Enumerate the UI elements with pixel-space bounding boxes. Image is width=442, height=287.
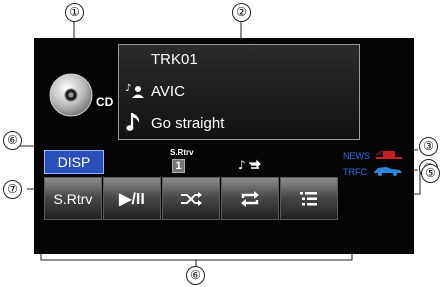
cd-disc-icon bbox=[49, 73, 93, 117]
source-area: CD bbox=[46, 68, 116, 128]
disp-button[interactable]: DISP bbox=[44, 150, 104, 174]
trfc-status-label: TRFC bbox=[343, 167, 367, 177]
callout-1: ① bbox=[65, 3, 84, 22]
repeat-button[interactable] bbox=[221, 177, 279, 220]
callout-6-disp: ⑥ bbox=[3, 131, 22, 150]
artist-icon: ♪ bbox=[125, 83, 144, 98]
repeat-icon bbox=[241, 190, 259, 207]
trfc-car-icon bbox=[374, 167, 402, 176]
list-icon bbox=[300, 191, 317, 205]
song-title-icon bbox=[126, 113, 140, 131]
svg-text:♪: ♪ bbox=[125, 83, 131, 94]
disp-button-label: DISP bbox=[57, 154, 91, 170]
shuffle-icon bbox=[181, 191, 202, 206]
callout-7: ⑦ bbox=[3, 180, 22, 199]
callout-2: ② bbox=[232, 3, 251, 22]
track-info-panel: TRK01 ♪ AVIC Go straight bbox=[118, 44, 360, 140]
list-button[interactable] bbox=[280, 177, 338, 220]
srtrv-button[interactable]: S.Rtrv bbox=[44, 177, 102, 220]
callout-5: ⑤ bbox=[421, 164, 440, 183]
srtrv-level-indicator: 1 bbox=[172, 159, 185, 173]
song-title: Go straight bbox=[151, 115, 225, 132]
callout-3: ③ bbox=[419, 137, 438, 156]
play-pause-button[interactable]: ▶/II bbox=[103, 177, 161, 220]
play-pause-label: ▶/II bbox=[119, 190, 145, 208]
news-status-label: NEWS bbox=[343, 151, 370, 161]
track-number: TRK01 bbox=[151, 51, 198, 68]
repeat-mode-indicator-icon: ♪ bbox=[238, 158, 261, 172]
callout-6-controls: ⑥ bbox=[186, 266, 205, 285]
source-label: CD bbox=[96, 95, 114, 109]
artist-name: AVIC bbox=[151, 83, 185, 100]
audio-source-screen: CD TRK01 ♪ AVIC Go straight DISP S.Rtrv … bbox=[34, 38, 414, 254]
srtrv-indicator-label: S.Rtrv bbox=[170, 148, 194, 157]
srtrv-button-label: S.Rtrv bbox=[53, 190, 93, 207]
svg-text:♪: ♪ bbox=[238, 158, 246, 172]
srtrv-level-value: 1 bbox=[175, 160, 182, 172]
shuffle-button[interactable] bbox=[162, 177, 220, 220]
news-icon bbox=[375, 150, 402, 159]
